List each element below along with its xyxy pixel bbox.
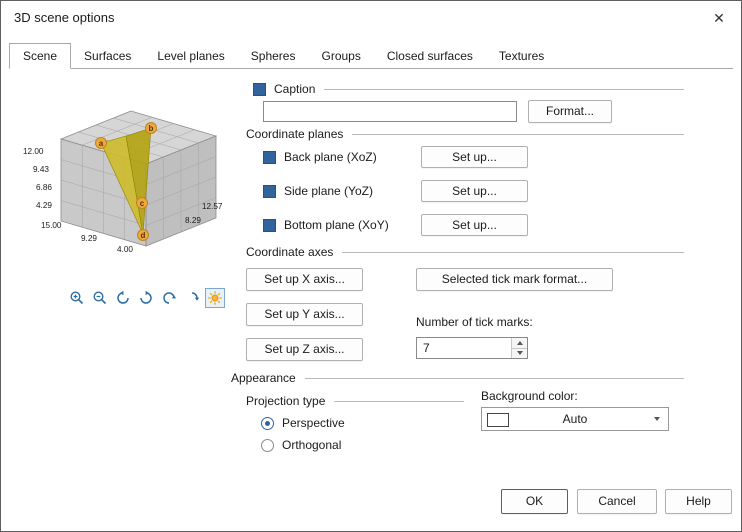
cancel-button[interactable]: Cancel — [577, 489, 657, 514]
appearance-header: Appearance — [231, 371, 296, 385]
spinner-down-icon[interactable] — [512, 347, 527, 358]
section-divider — [352, 133, 684, 135]
x-tick: 15.00 — [41, 221, 62, 230]
tab-level-planes[interactable]: Level planes — [144, 46, 237, 68]
spinner-buttons — [511, 338, 527, 358]
back-plane-row: Back plane (XoZ) — [263, 149, 377, 165]
dialog-title: 3D scene options — [14, 10, 115, 25]
back-plane-setup-button[interactable]: Set up... — [421, 146, 528, 168]
tab-label: Surfaces — [84, 49, 132, 63]
tab-groups[interactable]: Groups — [308, 46, 373, 68]
caption-checkbox[interactable] — [253, 82, 266, 96]
bottom-plane-setup-button[interactable]: Set up... — [421, 214, 528, 236]
point-label: d — [141, 231, 146, 240]
z-tick: 6.86 — [36, 183, 52, 192]
tab-spheres[interactable]: Spheres — [238, 46, 309, 68]
scene-preview[interactable]: 12.00 9.43 6.86 4.29 15.00 9.29 4.00 12.… — [21, 91, 236, 286]
side-plane-label: Side plane (YoZ) — [284, 184, 373, 198]
orthogonal-row: Orthogonal — [261, 437, 341, 453]
coordinate-planes-header: Coordinate planes — [246, 127, 344, 141]
selected-tick-mark-format-button[interactable]: Selected tick mark format... — [416, 268, 613, 291]
close-icon[interactable]: ✕ — [705, 7, 733, 29]
section-divider — [334, 400, 464, 402]
caption-label: Caption — [274, 82, 316, 96]
dialog-3d-scene-options: 3D scene options ✕ Scene Surfaces Level … — [0, 0, 742, 532]
coordinate-axes-header: Coordinate axes — [246, 245, 334, 259]
tab-scene[interactable]: Scene — [9, 43, 72, 69]
caption-row: Caption — [253, 81, 684, 97]
tab-textures[interactable]: Textures — [486, 46, 557, 68]
appearance-header-row: Appearance — [231, 371, 684, 385]
side-plane-setup-button[interactable]: Set up... — [421, 180, 528, 202]
z-tick: 9.43 — [33, 165, 49, 174]
back-plane-label: Back plane (XoZ) — [284, 150, 377, 164]
rotate-right-icon[interactable] — [136, 288, 156, 308]
tab-label: Spheres — [250, 49, 296, 63]
rotate-left-icon[interactable] — [113, 288, 133, 308]
perspective-row: Perspective — [261, 415, 345, 431]
background-color-label: Background color: — [481, 389, 578, 403]
back-plane-checkbox[interactable] — [263, 150, 276, 164]
title-bar: 3D scene options ✕ — [1, 1, 741, 33]
tab-label: Closed surfaces — [386, 49, 473, 63]
projection-type-label: Projection type — [246, 394, 326, 408]
setup-z-axis-button[interactable]: Set up Z axis... — [246, 338, 363, 361]
side-plane-checkbox[interactable] — [263, 184, 276, 198]
z-tick: 4.29 — [36, 201, 52, 210]
tab-bar: Scene Surfaces Level planes Spheres Grou… — [9, 42, 733, 69]
caption-format-button[interactable]: Format... — [528, 100, 612, 123]
z-tick: 12.00 — [23, 147, 44, 156]
point-label: b — [149, 124, 154, 133]
bottom-plane-row: Bottom plane (XoY) — [263, 217, 389, 233]
tick-marks-spinner[interactable]: 7 — [416, 337, 528, 359]
preview-toolbar — [67, 288, 225, 308]
orthogonal-radio[interactable] — [261, 438, 274, 452]
y-tick: 12.57 — [202, 202, 223, 211]
bottom-plane-label: Bottom plane (XoY) — [284, 218, 389, 232]
ok-button[interactable]: OK — [501, 489, 568, 514]
zoom-in-icon[interactable] — [67, 288, 87, 308]
x-tick: 4.00 — [117, 245, 133, 254]
tick-marks-label: Number of tick marks: — [416, 315, 533, 329]
tab-label: Textures — [498, 49, 545, 63]
background-color-value: Auto — [562, 412, 588, 426]
section-divider — [342, 251, 684, 253]
tab-label: Level planes — [157, 49, 225, 63]
y-tick: 8.29 — [185, 216, 201, 225]
help-button[interactable]: Help — [665, 489, 732, 514]
rotate-up-icon[interactable] — [159, 288, 179, 308]
side-plane-row: Side plane (YoZ) — [263, 183, 373, 199]
perspective-label: Perspective — [282, 416, 345, 430]
caption-input[interactable] — [263, 101, 517, 122]
section-divider — [304, 377, 684, 379]
point-label: c — [140, 199, 145, 208]
zoom-out-icon[interactable] — [90, 288, 110, 308]
tick-marks-value: 7 — [423, 341, 430, 355]
x-tick: 9.29 — [81, 234, 97, 243]
coordinate-planes-header-row: Coordinate planes — [246, 127, 684, 141]
bottom-plane-checkbox[interactable] — [263, 218, 276, 232]
projection-type-row: Projection type — [246, 394, 464, 408]
rotate-down-icon[interactable] — [182, 288, 202, 308]
section-divider — [324, 88, 684, 90]
chevron-down-icon — [654, 417, 660, 421]
setup-y-axis-button[interactable]: Set up Y axis... — [246, 303, 363, 326]
tab-surfaces[interactable]: Surfaces — [71, 46, 144, 68]
spinner-up-icon[interactable] — [512, 338, 527, 348]
setup-x-axis-button[interactable]: Set up X axis... — [246, 268, 363, 291]
background-color-dropdown[interactable]: Auto — [481, 407, 669, 431]
coordinate-axes-header-row: Coordinate axes — [246, 245, 684, 259]
tab-label: Scene — [23, 49, 58, 63]
perspective-radio[interactable] — [261, 416, 274, 430]
tab-closed-surfaces[interactable]: Closed surfaces — [374, 46, 486, 68]
lighting-sun-icon[interactable] — [205, 288, 225, 308]
point-label: a — [99, 139, 104, 148]
orthogonal-label: Orthogonal — [282, 438, 342, 452]
tab-label: Groups — [321, 49, 361, 63]
